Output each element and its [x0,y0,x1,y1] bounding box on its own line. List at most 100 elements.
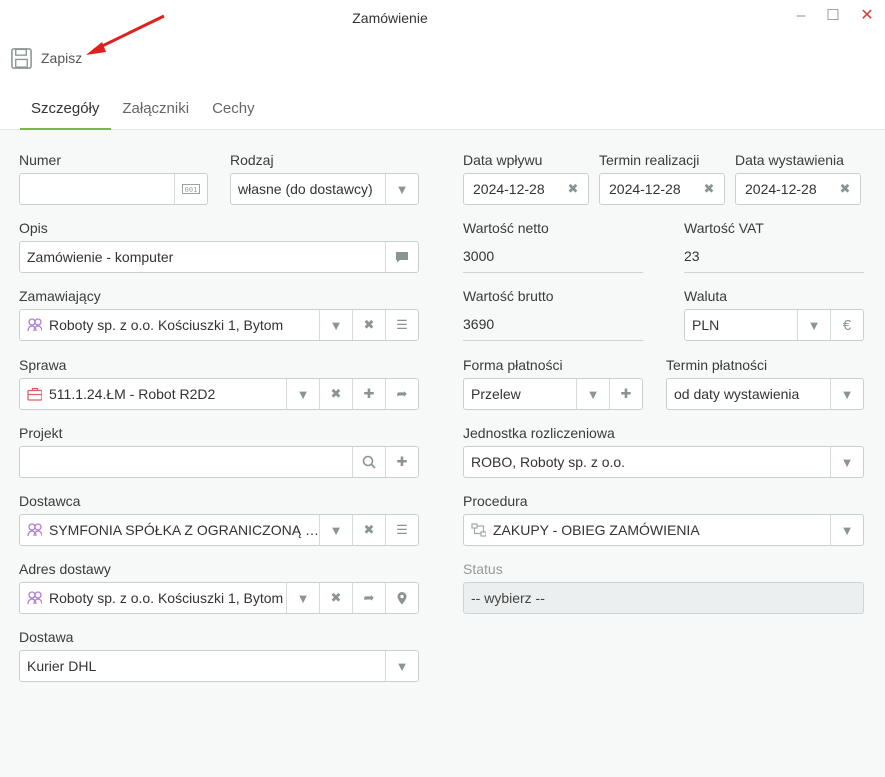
clear-icon[interactable]: ✖ [319,583,352,613]
list-icon[interactable]: ☰ [385,310,418,340]
add-icon[interactable]: ✚ [352,379,385,409]
jednostka-select[interactable]: ROBO, Roboty sp. z o.o. ▼ [463,446,864,478]
waluta-value: PLN [692,317,720,333]
forma-platnosci-select[interactable]: Przelew ▼ ✚ [463,378,643,410]
map-pin-icon[interactable] [385,583,418,613]
wartosc-netto-label: Wartość netto [463,220,549,236]
dostawca-select[interactable]: SYMFONIA SPÓŁKA Z OGRANICZONĄ ODPOWIEDZI… [19,514,419,546]
data-wplywu-value: 2024-12-28 [473,181,545,197]
chevron-down-icon[interactable]: ▼ [385,174,418,204]
dostawca-label: Dostawca [19,493,81,509]
data-wystawienia-label: Data wystawienia [735,152,844,168]
wartosc-vat-label: Wartość VAT [684,220,764,236]
tab-features[interactable]: Cechy [201,92,267,130]
clear-icon[interactable]: ✖ [352,310,385,340]
organization-icon [20,523,42,537]
save-label: Zapisz [41,50,83,66]
chevron-down-icon[interactable]: ▼ [286,379,319,409]
chevron-down-icon[interactable]: ▼ [385,651,418,681]
search-icon[interactable] [352,447,385,477]
wartosc-vat-value: 23 [684,241,864,273]
add-icon[interactable]: ✚ [609,379,642,409]
close-icon[interactable]: ✕ [856,6,878,28]
tab-details[interactable]: Szczegóły [20,92,112,130]
chevron-down-icon[interactable]: ▼ [830,447,863,477]
procedura-label: Procedura [463,493,528,509]
wartosc-brutto-label: Wartość brutto [463,288,554,304]
waluta-label: Waluta [684,288,728,304]
termin-realizacji-value: 2024-12-28 [609,181,681,197]
adres-select[interactable]: Roboty sp. z o.o. Kościuszki 1, Bytom ▼ … [19,582,419,614]
zamawiajacy-select[interactable]: Roboty sp. z o.o. Kościuszki 1, Bytom ▼ … [19,309,419,341]
dostawa-label: Dostawa [19,629,74,645]
dostawa-value: Kurier DHL [27,658,97,674]
clear-icon[interactable]: ✖ [352,515,385,545]
termin-platnosci-select[interactable]: od daty wystawienia ▼ [666,378,864,410]
zamawiajacy-value: Roboty sp. z o.o. Kościuszki 1, Bytom [49,317,284,333]
chevron-down-icon[interactable]: ▼ [830,515,863,545]
clear-icon[interactable]: ✖ [694,174,724,204]
data-wystawienia-value: 2024-12-28 [745,181,817,197]
dostawca-value: SYMFONIA SPÓŁKA Z OGRANICZONĄ ODPOWIEDZI… [49,522,319,538]
rodzaj-label: Rodzaj [230,152,274,168]
chevron-down-icon[interactable]: ▼ [797,310,830,340]
projekt-field[interactable]: ✚ [19,446,419,478]
svg-text:001: 001 [185,186,198,194]
termin-platnosci-label: Termin płatności [666,357,768,373]
sprawa-select[interactable]: 511.1.24.ŁM - Robot R2D2 ▼ ✖ ✚ ➦ [19,378,419,410]
opis-value: Zamówienie - komputer [27,249,174,265]
waluta-select[interactable]: PLN ▼ € [684,309,864,341]
sprawa-value: 511.1.24.ŁM - Robot R2D2 [49,386,216,402]
minimize-icon[interactable]: – [790,6,812,28]
wartosc-brutto-value: 3690 [463,309,643,341]
chevron-down-icon[interactable]: ▼ [576,379,609,409]
data-wystawienia-field[interactable]: 2024-12-28 ✖ [735,173,861,205]
share-arrow-icon[interactable]: ➦ [352,583,385,613]
chevron-down-icon[interactable]: ▼ [830,379,863,409]
comment-icon[interactable] [385,242,418,272]
status-select: -- wybierz -- [463,582,864,614]
order-window: Zamówienie – ☐ ✕ Zapisz Szczegóły Załącz… [0,0,885,777]
chevron-down-icon[interactable]: ▼ [319,515,352,545]
clear-icon[interactable]: ✖ [319,379,352,409]
sprawa-label: Sprawa [19,357,67,373]
clear-icon[interactable]: ✖ [558,174,588,204]
list-icon[interactable]: ☰ [385,515,418,545]
annotation-arrow-icon [86,14,165,55]
forma-platnosci-value: Przelew [471,386,521,402]
termin-realizacji-label: Termin realizacji [599,152,700,168]
share-arrow-icon[interactable]: ➦ [385,379,418,409]
numbering-icon[interactable]: 001 [174,174,207,204]
tab-attachments[interactable]: Załączniki [111,92,201,130]
termin-realizacji-field[interactable]: 2024-12-28 ✖ [599,173,725,205]
clear-icon[interactable]: ✖ [830,174,860,204]
opis-label: Opis [19,220,48,236]
wartosc-netto-value: 3000 [463,241,643,273]
rodzaj-value: własne (do dostawcy) [238,181,373,197]
opis-field[interactable]: Zamówienie - komputer [19,241,419,273]
procedura-select[interactable]: ZAKUPY - OBIEG ZAMÓWIENIA ▼ [463,514,864,546]
window-header: Zamówienie – ☐ ✕ Zapisz Szczegóły Załącz… [0,0,885,130]
termin-platnosci-value: od daty wystawienia [674,386,800,402]
currency-icon[interactable]: € [830,310,863,340]
maximize-icon[interactable]: ☐ [822,6,844,28]
floppy-disk-icon [10,47,33,70]
jednostka-label: Jednostka rozliczeniowa [463,425,615,441]
dostawa-select[interactable]: Kurier DHL ▼ [19,650,419,682]
add-icon[interactable]: ✚ [385,447,418,477]
numer-field[interactable]: 001 [19,173,208,205]
forma-platnosci-label: Forma płatności [463,357,563,373]
zamawiajacy-label: Zamawiający [19,288,101,304]
rodzaj-select[interactable]: własne (do dostawcy) ▼ [230,173,419,205]
adres-label: Adres dostawy [19,561,111,577]
chevron-down-icon[interactable]: ▼ [319,310,352,340]
tab-bar: Szczegóły Załączniki Cechy [20,92,267,130]
adres-value: Roboty sp. z o.o. Kościuszki 1, Bytom [49,590,284,606]
data-wplywu-field[interactable]: 2024-12-28 ✖ [463,173,589,205]
data-wplywu-label: Data wpływu [463,152,543,168]
organization-icon [20,318,42,332]
procedura-value: ZAKUPY - OBIEG ZAMÓWIENIA [493,522,700,538]
status-label: Status [463,561,503,577]
save-button[interactable]: Zapisz [10,44,82,72]
chevron-down-icon[interactable]: ▼ [286,583,319,613]
